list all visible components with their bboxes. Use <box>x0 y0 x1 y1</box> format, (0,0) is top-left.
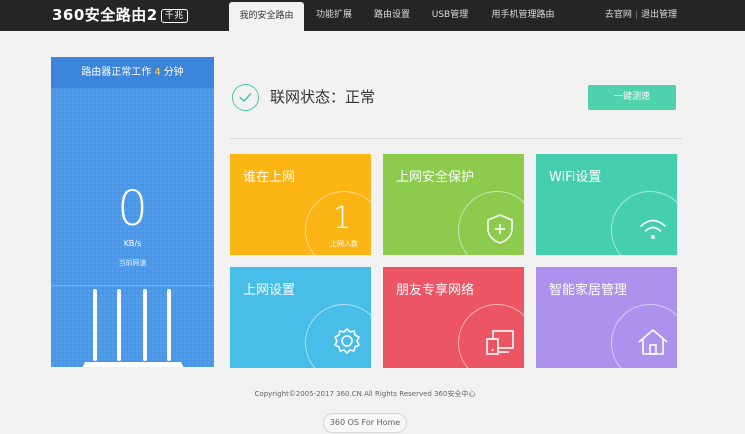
tab-extensions[interactable]: 功能扩展 <box>306 0 362 31</box>
top-links: 去官网 | 退出管理 <box>605 0 677 31</box>
uptime-prefix: 路由器正常工作 <box>81 67 152 78</box>
tile-internet-settings[interactable]: 上网设置 <box>230 267 371 368</box>
router-illustration <box>82 289 184 367</box>
tile-title: 上网设置 <box>243 283 296 298</box>
uptime-value: 4 <box>154 67 161 78</box>
tile-title: 朋友专享网络 <box>396 283 475 298</box>
top-bar: 360安全路由2 千兆 我的安全路由 功能扩展 路由设置 USB管理 用手机管理路… <box>0 0 745 31</box>
tile-title: 智能家居管理 <box>549 283 628 298</box>
check-icon <box>232 84 259 111</box>
devices-icon <box>486 330 514 355</box>
uptime-text: 路由器正常工作 4 分钟 <box>51 57 214 88</box>
tile-wifi[interactable]: WiFi设置 <box>536 154 677 255</box>
tile-title: 上网安全保护 <box>396 170 475 185</box>
official-site-link[interactable]: 去官网 <box>605 10 632 20</box>
tile-security[interactable]: 上网安全保护 <box>383 154 524 255</box>
logo: 360安全路由2 千兆 <box>52 6 188 25</box>
os-home-button[interactable]: 360 OS For Home <box>323 413 407 433</box>
home-icon <box>638 329 668 355</box>
wifi-icon <box>640 219 666 239</box>
gear-icon <box>334 328 360 354</box>
tab-router-settings[interactable]: 路由设置 <box>364 0 420 31</box>
tile-friend-network[interactable]: 朋友专享网络 <box>383 267 524 368</box>
tab-my-router[interactable]: 我的安全路由 <box>229 2 304 31</box>
link-separator: | <box>634 10 638 20</box>
online-count: 1 <box>332 201 352 236</box>
tile-title: WiFi设置 <box>549 170 602 185</box>
uptime-unit: 分钟 <box>163 67 184 78</box>
tile-who-online[interactable]: 谁在上网 1 上网人数 <box>230 154 371 255</box>
speed-unit: KB/s <box>123 239 142 248</box>
speedtest-button[interactable]: 一键测速 <box>588 85 676 110</box>
shield-plus-icon <box>487 214 513 244</box>
logout-link[interactable]: 退出管理 <box>641 10 677 20</box>
speed-label: 当前网速 <box>118 259 147 267</box>
copyright-text: Copyright©2005-2017 360.CN All Rights Re… <box>254 390 476 398</box>
tab-mobile-manage[interactable]: 用手机管理路由 <box>482 0 564 31</box>
online-count-label: 上网人数 <box>330 240 358 248</box>
current-speed-value: 0 <box>117 181 148 237</box>
network-status-text: 联网状态：正常 <box>270 88 376 106</box>
logo-text: 360安全路由2 <box>52 6 158 24</box>
tab-usb[interactable]: USB管理 <box>422 0 478 31</box>
router-status-panel: 路由器正常工作 4 分钟 0 KB/s 当前网速 <box>51 57 214 367</box>
tile-smart-home[interactable]: 智能家居管理 <box>536 267 677 368</box>
section-divider <box>230 138 682 139</box>
tile-title: 谁在上网 <box>243 170 296 185</box>
logo-badge: 千兆 <box>160 9 188 23</box>
